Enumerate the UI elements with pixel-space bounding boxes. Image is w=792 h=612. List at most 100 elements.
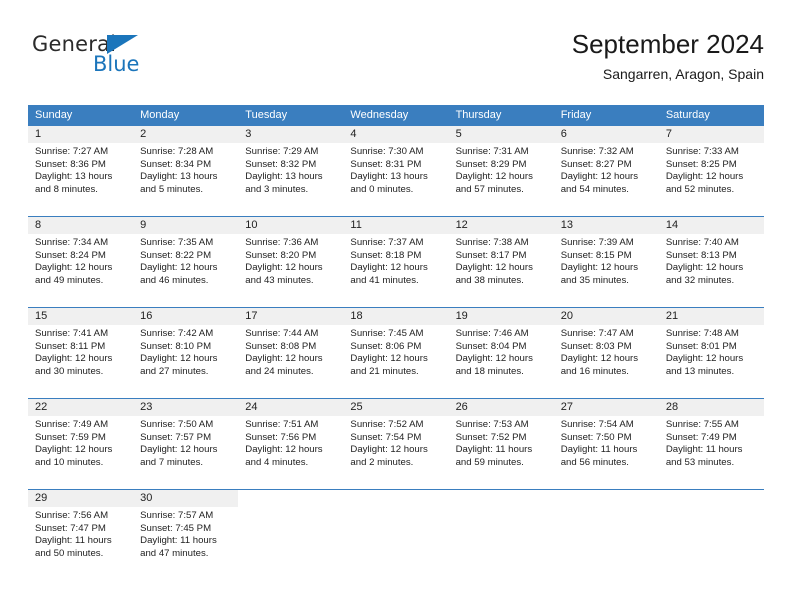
- day-cell[interactable]: 28 Sunrise: 7:55 AM Sunset: 7:49 PM Dayl…: [658, 399, 764, 489]
- day-cell[interactable]: 14 Sunrise: 7:40 AM Sunset: 8:13 PM Dayl…: [658, 217, 764, 307]
- weekday-header-saturday: Saturday: [665, 109, 710, 121]
- sunset-text: Sunset: 7:50 PM: [560, 431, 632, 443]
- day-cell[interactable]: 2 Sunrise: 7:28 AM Sunset: 8:34 PM Dayli…: [133, 126, 239, 216]
- sunset-text: Sunset: 7:54 PM: [350, 431, 422, 443]
- day-number: 30: [133, 490, 239, 507]
- day-cell[interactable]: 21 Sunrise: 7:48 AM Sunset: 8:01 PM Dayl…: [658, 308, 764, 398]
- day-cell[interactable]: 7 Sunrise: 7:33 AM Sunset: 8:25 PM Dayli…: [658, 126, 764, 216]
- day-cell[interactable]: 9 Sunrise: 7:35 AM Sunset: 8:22 PM Dayli…: [133, 217, 239, 307]
- week-row: 29 Sunrise: 7:56 AM Sunset: 7:47 PM Dayl…: [28, 489, 764, 580]
- sunrise-text: Sunrise: 7:53 AM: [455, 419, 529, 430]
- day-cell[interactable]: 29 Sunrise: 7:56 AM Sunset: 7:47 PM Dayl…: [28, 490, 134, 580]
- sunset-text: Sunset: 7:56 PM: [245, 431, 317, 443]
- day-number: 27: [553, 399, 659, 416]
- daylight-text: Daylight: 11 hours and 50 minutes.: [35, 535, 112, 559]
- day-number: [238, 490, 344, 507]
- day-number: 6: [553, 126, 659, 143]
- logo-text-blue: Blue: [93, 52, 140, 76]
- day-cell-empty: [448, 490, 554, 580]
- day-info: Sunrise: 7:44 AM Sunset: 8:08 PM Dayligh…: [238, 325, 343, 378]
- day-cell[interactable]: 15 Sunrise: 7:41 AM Sunset: 8:11 PM Dayl…: [28, 308, 134, 398]
- day-number: 20: [553, 308, 659, 325]
- day-cell[interactable]: 24 Sunrise: 7:51 AM Sunset: 7:56 PM Dayl…: [238, 399, 344, 489]
- daylight-text: Daylight: 12 hours and 30 minutes.: [35, 353, 113, 377]
- sunrise-text: Sunrise: 7:52 AM: [350, 419, 424, 430]
- day-number: 29: [28, 490, 134, 507]
- sunrise-text: Sunrise: 7:47 AM: [560, 328, 634, 339]
- day-cell[interactable]: 27 Sunrise: 7:54 AM Sunset: 7:50 PM Dayl…: [553, 399, 659, 489]
- day-cell[interactable]: 16 Sunrise: 7:42 AM Sunset: 8:10 PM Dayl…: [133, 308, 239, 398]
- day-cell[interactable]: 1 Sunrise: 7:27 AM Sunset: 8:36 PM Dayli…: [28, 126, 134, 216]
- day-cell[interactable]: 17 Sunrise: 7:44 AM Sunset: 8:08 PM Dayl…: [238, 308, 344, 398]
- day-number: [553, 490, 659, 507]
- sunset-text: Sunset: 8:31 PM: [350, 158, 422, 170]
- sunrise-text: Sunrise: 7:34 AM: [35, 237, 109, 248]
- day-info: Sunrise: 7:45 AM Sunset: 8:06 PM Dayligh…: [343, 325, 448, 378]
- day-cell-empty: [238, 490, 344, 580]
- sunrise-text: Sunrise: 7:29 AM: [245, 146, 319, 157]
- weekday-header-thursday: Thursday: [455, 109, 502, 121]
- day-cell[interactable]: 12 Sunrise: 7:38 AM Sunset: 8:17 PM Dayl…: [448, 217, 554, 307]
- sunset-text: Sunset: 8:06 PM: [350, 340, 422, 352]
- day-info: Sunrise: 7:57 AM Sunset: 7:45 PM Dayligh…: [133, 507, 238, 560]
- day-number: 7: [658, 126, 764, 143]
- day-cell[interactable]: 11 Sunrise: 7:37 AM Sunset: 8:18 PM Dayl…: [343, 217, 449, 307]
- day-cell[interactable]: 13 Sunrise: 7:39 AM Sunset: 8:15 PM Dayl…: [553, 217, 659, 307]
- page-title: September 2024: [571, 29, 764, 59]
- week-row: 15 Sunrise: 7:41 AM Sunset: 8:11 PM Dayl…: [28, 307, 764, 398]
- day-info: Sunrise: 7:31 AM Sunset: 8:29 PM Dayligh…: [449, 143, 554, 196]
- sunrise-text: Sunrise: 7:50 AM: [140, 419, 214, 430]
- daylight-text: Daylight: 12 hours and 41 minutes.: [350, 262, 428, 286]
- daylight-text: Daylight: 12 hours and 54 minutes.: [560, 171, 639, 195]
- daylight-text: Daylight: 12 hours and 32 minutes.: [665, 262, 744, 286]
- day-cell[interactable]: 23 Sunrise: 7:50 AM Sunset: 7:57 PM Dayl…: [133, 399, 239, 489]
- day-cell[interactable]: 6 Sunrise: 7:32 AM Sunset: 8:27 PM Dayli…: [553, 126, 659, 216]
- day-cell[interactable]: 10 Sunrise: 7:36 AM Sunset: 8:20 PM Dayl…: [238, 217, 344, 307]
- day-cell[interactable]: 22 Sunrise: 7:49 AM Sunset: 7:59 PM Dayl…: [28, 399, 134, 489]
- day-info: Sunrise: 7:47 AM Sunset: 8:03 PM Dayligh…: [554, 325, 659, 378]
- sunrise-text: Sunrise: 7:38 AM: [455, 237, 529, 248]
- sunrise-text: Sunrise: 7:45 AM: [350, 328, 424, 339]
- daylight-text: Daylight: 12 hours and 4 minutes.: [245, 444, 323, 468]
- sunrise-text: Sunrise: 7:40 AM: [665, 237, 739, 248]
- title-block: September 2024 Sangarren, Aragon, Spain: [572, 28, 764, 84]
- day-info: Sunrise: 7:46 AM Sunset: 8:04 PM Dayligh…: [449, 325, 554, 378]
- sunset-text: Sunset: 7:49 PM: [665, 431, 737, 443]
- day-info: Sunrise: 7:33 AM Sunset: 8:25 PM Dayligh…: [659, 143, 764, 196]
- sunrise-text: Sunrise: 7:48 AM: [665, 328, 739, 339]
- sunrise-text: Sunrise: 7:33 AM: [665, 146, 739, 157]
- day-info: Sunrise: 7:40 AM Sunset: 8:13 PM Dayligh…: [659, 234, 764, 287]
- day-cell[interactable]: 4 Sunrise: 7:30 AM Sunset: 8:31 PM Dayli…: [343, 126, 449, 216]
- generalblue-logo[interactable]: General Blue: [32, 32, 232, 88]
- day-cell[interactable]: 18 Sunrise: 7:45 AM Sunset: 8:06 PM Dayl…: [343, 308, 449, 398]
- sunset-text: Sunset: 8:32 PM: [245, 158, 317, 170]
- day-cell[interactable]: 25 Sunrise: 7:52 AM Sunset: 7:54 PM Dayl…: [343, 399, 449, 489]
- day-number: 15: [28, 308, 134, 325]
- sunset-text: Sunset: 8:15 PM: [560, 249, 632, 261]
- sunrise-text: Sunrise: 7:35 AM: [140, 237, 214, 248]
- sunset-text: Sunset: 8:11 PM: [35, 340, 106, 352]
- day-cell[interactable]: 26 Sunrise: 7:53 AM Sunset: 7:52 PM Dayl…: [448, 399, 554, 489]
- day-cell[interactable]: 8 Sunrise: 7:34 AM Sunset: 8:24 PM Dayli…: [28, 217, 134, 307]
- day-number: 25: [343, 399, 449, 416]
- daylight-text: Daylight: 12 hours and 52 minutes.: [665, 171, 744, 195]
- day-cell[interactable]: 30 Sunrise: 7:57 AM Sunset: 7:45 PM Dayl…: [133, 490, 239, 580]
- day-cell[interactable]: 20 Sunrise: 7:47 AM Sunset: 8:03 PM Dayl…: [553, 308, 659, 398]
- day-cell[interactable]: 19 Sunrise: 7:46 AM Sunset: 8:04 PM Dayl…: [448, 308, 554, 398]
- day-number: 21: [658, 308, 764, 325]
- sunset-text: Sunset: 8:13 PM: [665, 249, 737, 261]
- day-info: Sunrise: 7:30 AM Sunset: 8:31 PM Dayligh…: [343, 143, 448, 196]
- sunrise-text: Sunrise: 7:30 AM: [350, 146, 424, 157]
- day-number: 2: [133, 126, 239, 143]
- day-number: 22: [28, 399, 134, 416]
- day-number: 16: [133, 308, 239, 325]
- daylight-text: Daylight: 12 hours and 49 minutes.: [35, 262, 113, 286]
- day-number: 24: [238, 399, 344, 416]
- day-number: 8: [28, 217, 134, 234]
- sunset-text: Sunset: 7:52 PM: [455, 431, 527, 443]
- day-cell[interactable]: 5 Sunrise: 7:31 AM Sunset: 8:29 PM Dayli…: [448, 126, 554, 216]
- day-cell[interactable]: 3 Sunrise: 7:29 AM Sunset: 8:32 PM Dayli…: [238, 126, 344, 216]
- day-info: Sunrise: 7:51 AM Sunset: 7:56 PM Dayligh…: [238, 416, 343, 469]
- sunset-text: Sunset: 8:27 PM: [560, 158, 632, 170]
- weekday-header-row: Sunday Monday Tuesday Wednesday Thursday…: [28, 105, 764, 125]
